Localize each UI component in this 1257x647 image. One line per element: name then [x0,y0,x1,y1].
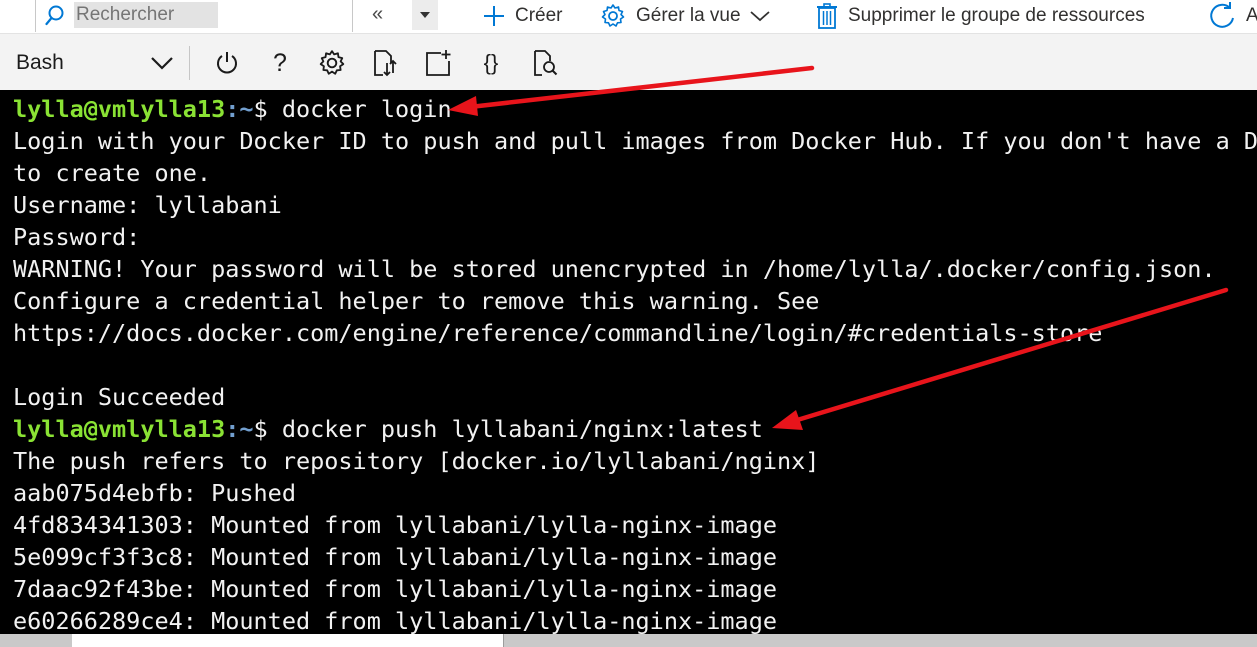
collapse-menu-button[interactable]: « [372,3,383,26]
plus-icon [484,6,504,26]
prompt-path: :~ [225,95,254,123]
upload-download-button[interactable] [370,48,400,78]
settings-button[interactable] [317,48,347,78]
new-session-button[interactable] [423,48,453,78]
help-icon: ? [273,48,287,77]
create-button[interactable]: Créer [483,0,563,32]
terminal-line: Login with your Docker ID to push and pu… [13,127,1257,155]
terminal-line: 7daac92f43be: Mounted from lyllabani/lyl… [13,575,778,603]
help-button[interactable]: ? [265,48,295,78]
prompt-sign: $ [253,95,282,123]
delete-resource-group-button[interactable]: Supprimer le groupe de ressources [816,0,1145,32]
toolbar-divider [189,46,190,80]
settings-icon [319,50,345,75]
power-icon [217,52,237,74]
terminal-line: 5e099cf3f3c8: Mounted from lyllabani/lyl… [13,543,778,571]
chevron-down-icon [151,57,173,70]
web-preview-button[interactable] [530,48,560,78]
chevron-down-icon [749,11,770,22]
terminal-line: Login Succeeded [13,383,226,411]
chevron-down-icon[interactable] [412,0,438,30]
terminal-line: Configure a credential helper to remove … [13,287,820,315]
horizontal-scrollbar-thumb[interactable] [72,634,504,647]
prompt-path: :~ [225,415,254,443]
trash-icon [817,3,837,29]
manage-view-button[interactable]: Gérer la vue [600,0,771,32]
terminal-line: to create one. [13,159,212,187]
refresh-icon [1210,2,1234,28]
prompt-user: lylla@vmlylla13 [13,415,226,443]
terminal-prompt-line: lylla@vmlylla13:~$ docker login [13,93,452,125]
terminal-prompt-line: lylla@vmlylla13:~$ docker push lyllabani… [13,413,763,445]
terminal-line: Password: [13,223,141,251]
delete-resource-group-label: Supprimer le groupe de ressources [848,5,1145,26]
terminal-output[interactable]: lylla@vmlylla13:~$ docker login Login wi… [0,90,1257,634]
web-preview-icon [534,50,558,76]
prompt-command: docker push lyllabani/nginx:latest [281,415,763,443]
terminal-line: WARNING! Your password will be stored un… [13,255,1216,283]
prompt-sign: $ [253,415,282,443]
create-button-label: Créer [515,5,563,26]
gear-icon [601,4,625,27]
terminal-line: The push refers to repository [docker.io… [13,447,820,475]
search-icon [45,5,64,26]
terminal-line: Username: lyllabani [13,191,282,219]
cloud-shell-toolbar: Bash ? {} [0,33,1257,90]
shell-type-select[interactable]: Bash [16,48,174,78]
upload-download-icon [374,50,397,77]
refresh-button[interactable]: A [1208,0,1257,32]
refresh-label: A [1246,5,1257,26]
search-input[interactable] [74,2,218,28]
editor-button[interactable]: {} [476,48,506,78]
search-box[interactable] [35,0,353,32]
restart-button[interactable] [212,48,242,78]
terminal-line: 4fd834341303: Mounted from lyllabani/lyl… [13,511,778,539]
terminal-line: aab075d4ebfb: Pushed [13,479,296,507]
new-session-icon [426,50,451,76]
azure-command-bar: « Créer Gérer la vue Supprimer le groupe… [0,0,1257,33]
editor-icon: {} [483,50,499,75]
manage-view-label: Gérer la vue [636,5,741,26]
shell-type-value: Bash [16,51,64,74]
prompt-user: lylla@vmlylla13 [13,95,226,123]
terminal-line: https://docs.docker.com/engine/reference… [13,319,1103,347]
terminal-line: e60266289ce4: Mounted from lyllabani/lyl… [13,607,778,634]
prompt-command: docker login [281,95,452,123]
